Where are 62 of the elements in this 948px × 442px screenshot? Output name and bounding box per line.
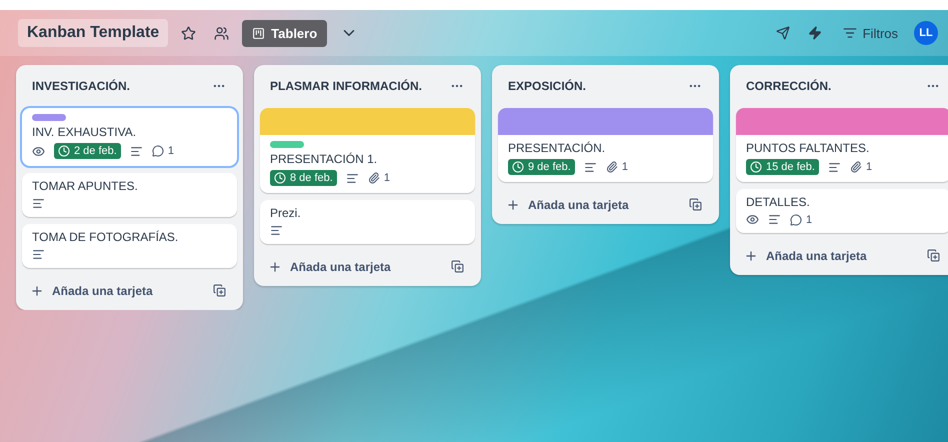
- list-title[interactable]: CORRECCIÓN.: [746, 79, 832, 93]
- card-title: TOMA DE FOTOGRAFÍAS.: [32, 230, 180, 244]
- card-title: INV. EXHAUSTIVA.: [32, 125, 138, 139]
- plus-icon: [744, 248, 758, 262]
- view-button[interactable]: Tablero: [242, 20, 328, 46]
- card[interactable]: DETALLES. 1: [736, 189, 948, 233]
- attachment-count: 1: [622, 161, 628, 173]
- clock-icon: [750, 161, 762, 173]
- clock-icon: [512, 161, 524, 173]
- card-title: PRESENTACIÓN 1.: [270, 152, 378, 166]
- watch-icon: [746, 213, 759, 226]
- description-icon: [32, 248, 45, 261]
- list-title[interactable]: INVESTIGACIÓN.: [32, 79, 130, 93]
- add-card-button[interactable]: Añada una tarjeta: [268, 260, 391, 274]
- comment-count: 1: [806, 214, 812, 226]
- card[interactable]: TOMA DE FOTOGRAFÍAS.: [22, 224, 237, 268]
- paperclip-icon: [606, 161, 618, 173]
- clock-icon: [274, 172, 286, 184]
- card-title: DETALLES.: [746, 195, 811, 209]
- clock-icon: [58, 145, 70, 157]
- attachment-count: 1: [384, 172, 390, 184]
- plus-icon: [268, 260, 282, 274]
- card-title: TOMAR APUNTES.: [32, 179, 139, 193]
- description-icon: [130, 144, 143, 158]
- card[interactable]: INV. EXHAUSTIVA. 2 de feb. 1: [22, 108, 237, 166]
- comment-icon: [152, 145, 164, 157]
- board-icon: [252, 26, 266, 40]
- description-icon: [768, 213, 781, 226]
- due-date: 2 de feb.: [74, 145, 117, 157]
- attachment-count: 1: [866, 161, 872, 173]
- card[interactable]: PRESENTACIÓN. 9 de feb. 1: [498, 108, 713, 182]
- description-icon: [584, 160, 597, 174]
- comment-count: 1: [168, 145, 174, 157]
- board-title[interactable]: Kanban Template: [18, 19, 168, 47]
- due-date: 8 de feb.: [290, 172, 333, 184]
- add-card-button[interactable]: Añada una tarjeta: [744, 248, 867, 262]
- description-icon: [32, 197, 45, 210]
- description-icon: [270, 224, 283, 237]
- add-card-button[interactable]: Añada una tarjeta: [506, 198, 629, 212]
- user-avatar[interactable]: LL: [914, 21, 938, 45]
- watch-icon: [32, 144, 45, 158]
- due-date: 15 de feb.: [766, 161, 815, 173]
- paperclip-icon: [850, 161, 862, 173]
- paperclip-icon: [368, 172, 380, 184]
- card-title: PRESENTACIÓN.: [508, 141, 606, 155]
- filter-button[interactable]: Filtros: [834, 20, 906, 46]
- plus-icon: [30, 284, 44, 298]
- card[interactable]: Prezi.: [260, 200, 475, 244]
- description-icon: [346, 172, 359, 184]
- description-icon: [828, 160, 841, 174]
- plus-icon: [506, 198, 520, 212]
- due-date: 9 de feb.: [528, 161, 571, 173]
- list-title[interactable]: EXPOSICIÓN.: [508, 79, 586, 93]
- card[interactable]: TOMAR APUNTES.: [22, 173, 237, 217]
- list-title[interactable]: PLASMAR INFORMACIÓN.: [270, 79, 422, 93]
- comment-icon: [790, 214, 802, 226]
- filter-icon: [842, 26, 857, 40]
- add-card-button[interactable]: Añada una tarjeta: [30, 284, 153, 298]
- card[interactable]: PRESENTACIÓN 1. 8 de feb. 1: [260, 108, 475, 193]
- card[interactable]: PUNTOS FALTANTES. 15 de feb. 1: [736, 108, 948, 182]
- card-title: Prezi.: [270, 206, 302, 220]
- card-title: PUNTOS FALTANTES.: [746, 141, 870, 155]
